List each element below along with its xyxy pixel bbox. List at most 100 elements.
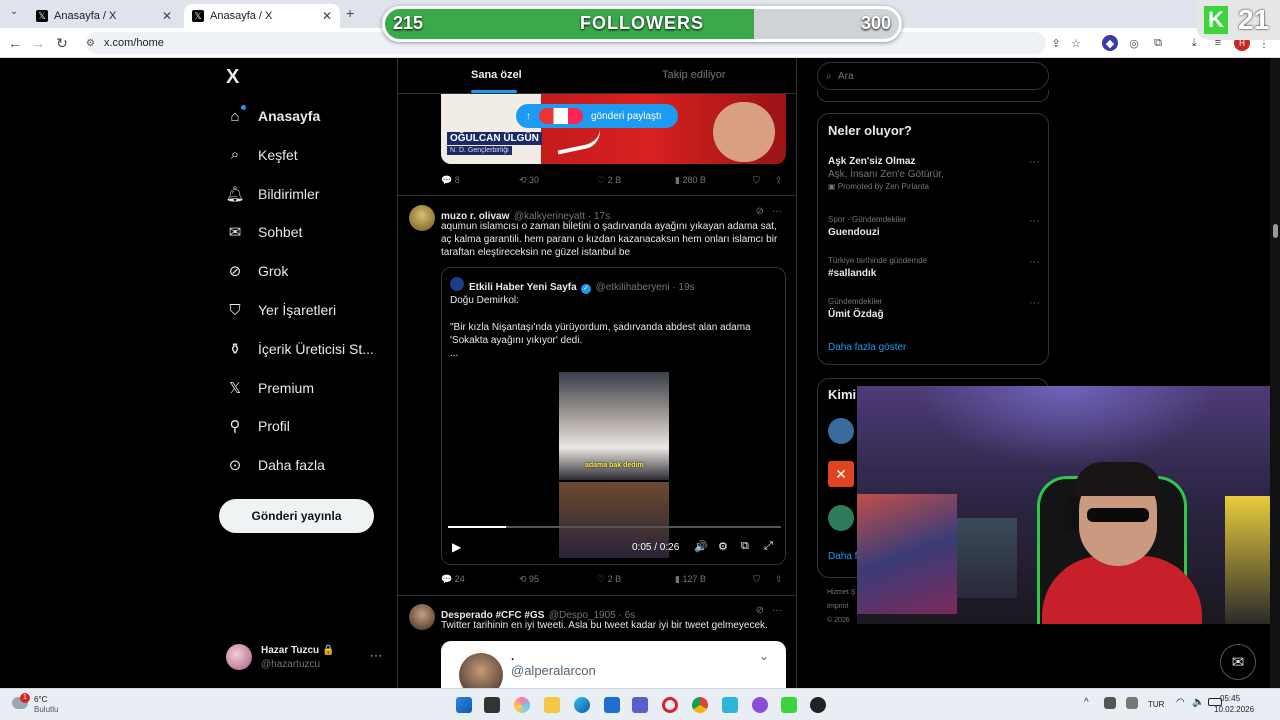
clock-time[interactable]: 05:45 <box>1220 694 1240 703</box>
embedded-card[interactable]: . @alperalarcon ⌄ <box>441 641 786 688</box>
more-icon[interactable]: ··· <box>1029 256 1040 268</box>
avatar[interactable]: ✕ <box>828 461 854 487</box>
new-posts-pill[interactable]: ↑ gönderi paylaştı <box>516 104 678 128</box>
weather-widget[interactable]: 1 6°C Bulutlu <box>12 693 72 717</box>
nav-item-i-çerik-üreticisi-st-[interactable]: ⚱ İçerik Üreticisi St... <box>226 334 374 364</box>
bookmark-icon[interactable]: ⛉ <box>753 574 760 585</box>
page-scrollbar[interactable] <box>1270 58 1280 688</box>
share-icon[interactable]: ⇪ <box>775 175 783 186</box>
play-icon[interactable]: ▶ <box>452 540 461 554</box>
tweet-card[interactable]: muzo r. olivaw @kalkyerineyatt · 17s ⊘ ·… <box>398 196 796 596</box>
trend-item[interactable]: Gündemdekiler Ümit Özdağ ··· <box>828 297 1040 320</box>
repost-icon[interactable]: ⟲ 30 <box>519 175 539 186</box>
chevron-down-icon[interactable]: ⌄ <box>759 649 769 663</box>
language-indicator[interactable]: TUR <box>1148 700 1164 709</box>
share-icon[interactable]: ⇪ <box>775 574 783 585</box>
new-tab-button[interactable]: + <box>346 5 354 21</box>
trend-item[interactable]: Spor · Gündemdekiler Guendouzi ··· <box>828 215 1040 238</box>
nav-item-yer-i-şaretleri[interactable]: ⛉ Yer İşaretleri <box>226 295 336 325</box>
more-icon[interactable]: ··· <box>1029 215 1040 227</box>
volume-icon[interactable]: 🔊 <box>694 540 708 553</box>
tray-app-icon[interactable] <box>1104 697 1116 709</box>
more-icon[interactable]: ··· <box>772 206 782 217</box>
views-icon[interactable]: ▮ 280 B <box>675 175 706 186</box>
obs-icon[interactable] <box>810 697 826 713</box>
site-info-icon[interactable]: ⚙ <box>86 38 95 49</box>
nav-item-grok[interactable]: ⊘ Grok <box>226 256 289 286</box>
task-view-icon[interactable] <box>484 697 500 713</box>
app-icon[interactable] <box>752 697 768 713</box>
volume-icon[interactable]: 🔈 <box>1192 697 1204 708</box>
reply-icon[interactable]: 💬 24 <box>441 574 465 585</box>
nav-item-profil[interactable]: ⚲ Profil <box>226 411 290 441</box>
settings-icon[interactable]: ⚙ <box>718 540 728 553</box>
extensions-icon[interactable]: ⧉ <box>1150 35 1166 51</box>
footer-link[interactable]: Imprint <box>827 602 855 612</box>
tray-chevron-icon[interactable]: ^ <box>1084 697 1089 708</box>
search-input[interactable]: ⌕ Ara <box>817 62 1049 90</box>
file-explorer-icon[interactable] <box>544 697 560 713</box>
avatar[interactable] <box>409 205 435 231</box>
nav-item-daha-fazla[interactable]: ⊙ Daha fazla <box>226 450 325 480</box>
bookmark-icon[interactable]: ⛉ <box>753 175 760 186</box>
account-switcher[interactable]: Hazar Tuzcu 🔒 @hazartuzcu ··· <box>226 644 386 674</box>
trend-item[interactable]: Aşk Zen'siz Olmaz Aşk, İnsanı Zen'e Götü… <box>828 156 1040 191</box>
avatar[interactable] <box>828 505 854 531</box>
back-icon[interactable]: ← <box>4 35 26 51</box>
close-tab-icon[interactable]: ✕ <box>322 9 332 23</box>
pip-icon[interactable]: ⧉ <box>741 540 749 553</box>
store-icon[interactable] <box>604 697 620 713</box>
nav-item-premium[interactable]: 𝕏 Premium <box>226 373 314 403</box>
bookmark-star-icon[interactable]: ☆ <box>1068 35 1084 51</box>
clock-date[interactable]: 10.02.2026 <box>1214 705 1254 714</box>
x-logo-icon[interactable]: X <box>226 66 239 89</box>
tab-list-button[interactable]: ⌄ <box>6 6 22 22</box>
extension-2-icon[interactable]: ◎ <box>1126 35 1142 51</box>
browser-tab-1[interactable]: 𝕏 Anasayfa / X ✕ <box>28 4 180 28</box>
opera-icon[interactable] <box>662 697 678 713</box>
footer-link[interactable]: Hizmet Ş <box>827 588 855 598</box>
tray-app-icon[interactable] <box>1126 697 1138 709</box>
tweet-card[interactable]: Desperado #CFC #GS @Despo_1905 · 6s ⊘ ··… <box>398 596 796 688</box>
nav-item-sohbet[interactable]: ✉ Sohbet <box>226 217 303 247</box>
trend-item[interactable]: Türkiye tarihinde gündemde #sallandık ··… <box>828 256 1040 279</box>
reply-icon[interactable]: 💬 8 <box>441 175 460 186</box>
chrome-icon[interactable] <box>692 697 708 713</box>
grok-icon[interactable]: ⊘ <box>756 605 764 616</box>
app-icon[interactable] <box>632 697 648 713</box>
who-show-more-link[interactable]: Daha f <box>828 551 857 562</box>
tweet-card[interactable]: OĞULCAN ÜLGÜN N. D. Gençlerbirliği ↑ gön… <box>398 94 796 196</box>
forward-icon[interactable]: → <box>27 35 49 51</box>
download-icon[interactable]: ⤓ <box>1186 35 1202 51</box>
grok-icon[interactable]: ⊘ <box>756 206 764 217</box>
post-button[interactable]: Gönderi yayınla <box>219 499 374 533</box>
views-icon[interactable]: ▮ 127 B <box>675 574 706 585</box>
scroll-thumb[interactable] <box>1273 224 1278 238</box>
more-icon[interactable]: ··· <box>1029 156 1040 168</box>
wifi-icon[interactable]: ◠ <box>1176 697 1185 708</box>
tab-following[interactable]: Takip ediliyor <box>662 69 726 81</box>
like-icon[interactable]: ♡ 2 B <box>597 175 621 186</box>
kick-app-icon[interactable] <box>781 697 797 713</box>
video-player[interactable]: adama bak dedim ▶ 0:05 / 0:26 🔊 ⚙ ⧉ ⤢ <box>442 366 785 564</box>
nav-item-bildirimler[interactable]: 🔔︎ Bildirimler <box>225 179 319 209</box>
more-icon[interactable]: ··· <box>772 605 782 616</box>
repost-icon[interactable]: ⟲ 95 <box>519 574 539 585</box>
start-icon[interactable] <box>456 697 472 713</box>
app-icon[interactable] <box>722 697 738 713</box>
nav-item-anasayfa[interactable]: ⌂ Anasayfa <box>226 101 320 131</box>
edge-icon[interactable] <box>574 697 590 713</box>
nav-item-keşfet[interactable]: ⌕ Keşfet <box>226 140 298 170</box>
footer-link[interactable]: © 2026 <box>827 616 855 626</box>
install-icon[interactable]: ⇪ <box>1048 35 1064 51</box>
browser-tab-2[interactable]: 𝕏 Anasayfa / X ✕ <box>184 4 340 28</box>
like-icon[interactable]: ♡ 2 B <box>597 574 621 585</box>
fullscreen-icon[interactable]: ⤢ <box>764 540 773 553</box>
avatar[interactable] <box>828 418 854 444</box>
messages-drawer-button[interactable]: ✉ <box>1220 644 1256 680</box>
extension-1-icon[interactable]: ◆ <box>1102 35 1118 51</box>
copilot-icon[interactable] <box>514 697 530 713</box>
show-more-link[interactable]: Daha fazla göster <box>828 342 906 353</box>
reload-icon[interactable]: ↻ <box>51 35 73 52</box>
more-icon[interactable]: ··· <box>1029 297 1040 309</box>
